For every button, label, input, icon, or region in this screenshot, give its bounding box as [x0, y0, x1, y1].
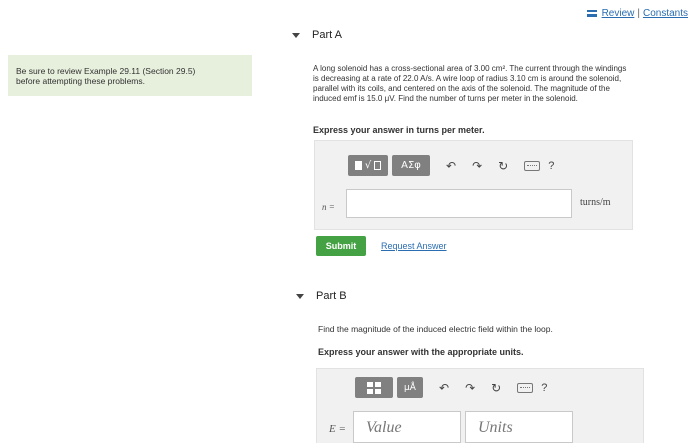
keyboard-icon[interactable] — [517, 382, 534, 393]
value-input[interactable]: Value — [353, 411, 461, 443]
chevron-down-icon[interactable] — [296, 293, 304, 299]
turns-per-meter-input[interactable] — [346, 189, 572, 218]
greek-symbols-button[interactable]: ΑΣφ — [392, 155, 430, 176]
sqrt-icon: √ — [364, 160, 372, 171]
problem-line: A long solenoid has a cross-sectional ar… — [313, 64, 627, 73]
n-variable-label: n = — [322, 202, 335, 212]
part-a-toolbar: √ ΑΣφ ↶ ↷ ↻ ? — [348, 155, 554, 176]
review-note-line-1: Be sure to review Example 29.11 (Section… — [16, 66, 196, 76]
box-icon — [374, 161, 382, 170]
bars-icon — [586, 10, 597, 17]
problem-line: is decreasing at a rate of 22.0 A/s. A w… — [313, 74, 622, 83]
undo-icon[interactable]: ↶ — [439, 381, 449, 395]
redo-icon[interactable]: ↷ — [465, 381, 475, 395]
review-link[interactable]: Review — [602, 8, 635, 19]
submit-button[interactable]: Submit — [316, 236, 366, 256]
problem-line: parallel with its coils, and centered on… — [313, 84, 610, 93]
part-b-instruction: Express your answer with the appropriate… — [318, 347, 524, 357]
part-a-header[interactable]: Part A — [292, 29, 342, 41]
part-b-header[interactable]: Part B — [296, 290, 347, 302]
link-separator: | — [637, 8, 640, 19]
undo-icon[interactable]: ↶ — [446, 159, 456, 173]
request-answer-link[interactable]: Request Answer — [381, 241, 447, 251]
unit-label: turns/m — [580, 197, 611, 208]
chevron-down-icon[interactable] — [292, 32, 300, 38]
problem-line: induced emf is 15.0 μV. Find the number … — [313, 94, 578, 103]
template-button[interactable]: √ — [348, 155, 388, 176]
grid-template-icon — [367, 381, 381, 394]
grid-template-button[interactable] — [355, 377, 393, 398]
review-note-line-2: before attempting these problems. — [16, 76, 145, 86]
review-note: Be sure to review Example 29.11 (Section… — [8, 55, 252, 96]
help-icon[interactable]: ? — [548, 160, 554, 172]
template-icon — [354, 161, 362, 170]
e-variable-label: E = — [329, 423, 346, 435]
redo-icon[interactable]: ↷ — [472, 159, 482, 173]
part-b-toolbar: μÅ ↶ ↷ ↻ ? — [355, 377, 547, 398]
reset-icon[interactable]: ↻ — [491, 381, 501, 395]
constants-link[interactable]: Constants — [643, 8, 688, 19]
reset-icon[interactable]: ↻ — [498, 159, 508, 173]
part-a-title: Part A — [312, 29, 342, 41]
help-icon[interactable]: ? — [541, 382, 547, 394]
part-a-problem: A long solenoid has a cross-sectional ar… — [313, 64, 697, 104]
units-button[interactable]: μÅ — [397, 377, 423, 398]
part-b-title: Part B — [316, 290, 347, 302]
part-a-instruction: Express your answer in turns per meter. — [313, 125, 485, 135]
part-b-problem: Find the magnitude of the induced electr… — [318, 324, 553, 334]
units-input[interactable]: Units — [465, 411, 573, 443]
top-links: Review | Constants — [586, 8, 688, 19]
keyboard-icon[interactable] — [524, 160, 541, 171]
